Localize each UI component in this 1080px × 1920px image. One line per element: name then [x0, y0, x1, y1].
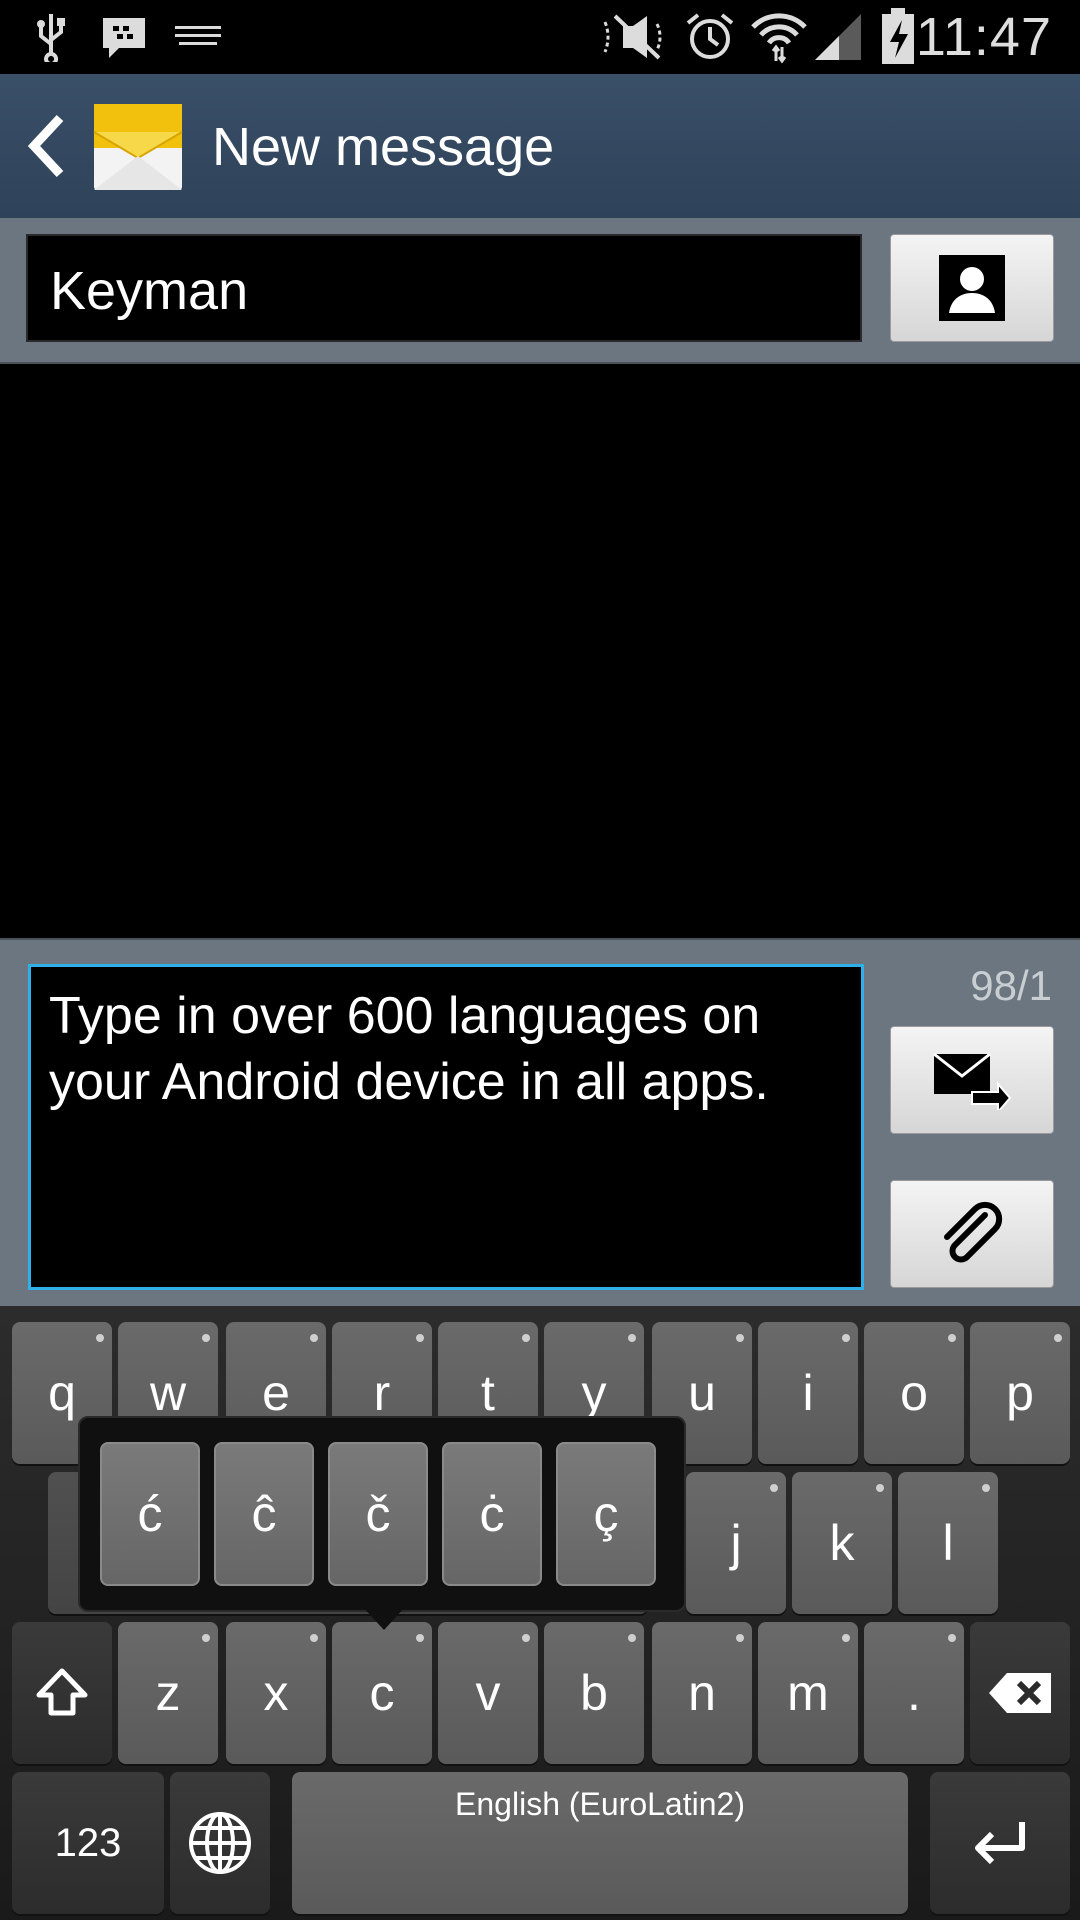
action-bar: New message — [0, 74, 1080, 220]
enter-icon — [975, 1822, 1025, 1865]
key-label: b — [580, 1665, 608, 1721]
key-label: 123 — [54, 1820, 122, 1865]
backspace-key[interactable] — [970, 1622, 1070, 1764]
popup-key-c-caron[interactable]: č — [328, 1442, 428, 1586]
send-button[interactable] — [890, 1026, 1054, 1134]
key-label: m — [787, 1665, 829, 1721]
key-i[interactable]: i — [758, 1322, 858, 1464]
recipient-field[interactable]: Keyman — [26, 234, 862, 342]
mute-icon — [598, 12, 670, 62]
alarm-icon — [682, 12, 738, 62]
key-label: ċ — [479, 1486, 505, 1542]
key-label: . — [907, 1665, 921, 1721]
key-l[interactable]: l — [898, 1472, 998, 1614]
popup-key-c-cedilla[interactable]: ç — [556, 1442, 656, 1586]
key-label: v — [475, 1665, 501, 1721]
key-label: r — [373, 1365, 391, 1421]
language-key[interactable] — [170, 1772, 270, 1914]
space-key-label: English (EuroLatin2) — [455, 1786, 745, 1822]
recipient-value: Keyman — [50, 261, 249, 321]
key-v[interactable]: v — [438, 1622, 538, 1764]
envelope-icon — [92, 102, 184, 192]
accent-popup: ć ĉ č ċ ç — [78, 1416, 686, 1612]
contact-picker-button[interactable] — [890, 234, 1054, 342]
key-label: e — [262, 1365, 290, 1421]
attach-button[interactable] — [890, 1180, 1054, 1288]
character-counter: 98/1 — [970, 962, 1052, 1009]
shift-key[interactable] — [12, 1622, 112, 1764]
popup-key-c-dot[interactable]: ċ — [442, 1442, 542, 1586]
key-label: j — [730, 1515, 742, 1571]
recipient-bar: Keyman — [0, 218, 1080, 364]
key-c[interactable]: c — [332, 1622, 432, 1764]
clock: 11:47 — [915, 7, 1052, 67]
compose-bar: Type in over 600 languages on your Andro… — [0, 938, 1080, 1308]
key-label: ç — [593, 1486, 619, 1542]
key-label: y — [581, 1365, 607, 1421]
key-label: l — [942, 1515, 954, 1571]
key-label: q — [48, 1365, 76, 1421]
paperclip-icon — [944, 1201, 1003, 1263]
key-b[interactable]: b — [544, 1622, 644, 1764]
usb-icon — [26, 12, 76, 62]
key-label: z — [155, 1665, 181, 1721]
send-message-icon — [933, 1052, 1012, 1110]
key-label: t — [481, 1365, 495, 1421]
key-label: k — [829, 1515, 855, 1571]
shift-icon — [36, 1668, 88, 1716]
key-label: o — [900, 1365, 928, 1421]
key-label: p — [1006, 1365, 1034, 1421]
status-bar: 11:47 — [0, 0, 1080, 74]
key-label: ć — [137, 1486, 163, 1542]
message-input[interactable]: Type in over 600 languages on your Andro… — [28, 964, 864, 1290]
numbers-key[interactable]: 123 — [12, 1772, 164, 1914]
backspace-icon — [989, 1673, 1051, 1713]
globe-icon — [189, 1812, 251, 1874]
keyboard-icon — [170, 12, 226, 62]
key-label: u — [688, 1365, 716, 1421]
page-title: New message — [212, 117, 555, 177]
key-label: č — [365, 1486, 391, 1542]
key-j[interactable]: j — [686, 1472, 786, 1614]
key-period[interactable]: . — [864, 1622, 964, 1764]
bbm-icon — [96, 12, 152, 62]
wifi-icon — [748, 12, 810, 64]
key-z[interactable]: z — [118, 1622, 218, 1764]
key-n[interactable]: n — [652, 1622, 752, 1764]
key-p[interactable]: p — [970, 1322, 1070, 1464]
contact-icon — [939, 255, 1005, 321]
key-label: ĉ — [251, 1486, 277, 1542]
key-x[interactable]: x — [226, 1622, 326, 1764]
key-m[interactable]: m — [758, 1622, 858, 1764]
back-chevron-icon[interactable] — [16, 104, 76, 188]
key-label: c — [369, 1665, 395, 1721]
message-text: Type in over 600 languages on your Andro… — [49, 987, 769, 1111]
key-label: w — [149, 1365, 187, 1421]
space-key[interactable]: English (EuroLatin2) — [292, 1772, 908, 1914]
enter-key[interactable] — [930, 1772, 1070, 1914]
key-label: x — [263, 1665, 289, 1721]
conversation-area — [0, 364, 1080, 938]
key-label: i — [802, 1365, 814, 1421]
key-o[interactable]: o — [864, 1322, 964, 1464]
key-k[interactable]: k — [792, 1472, 892, 1614]
popup-key-c-acute[interactable]: ć — [100, 1442, 200, 1586]
signal-icon — [812, 12, 864, 62]
popup-key-c-circumflex[interactable]: ĉ — [214, 1442, 314, 1586]
battery-charging-icon — [876, 8, 920, 64]
key-label: n — [688, 1665, 716, 1721]
popup-pointer — [362, 1606, 406, 1630]
